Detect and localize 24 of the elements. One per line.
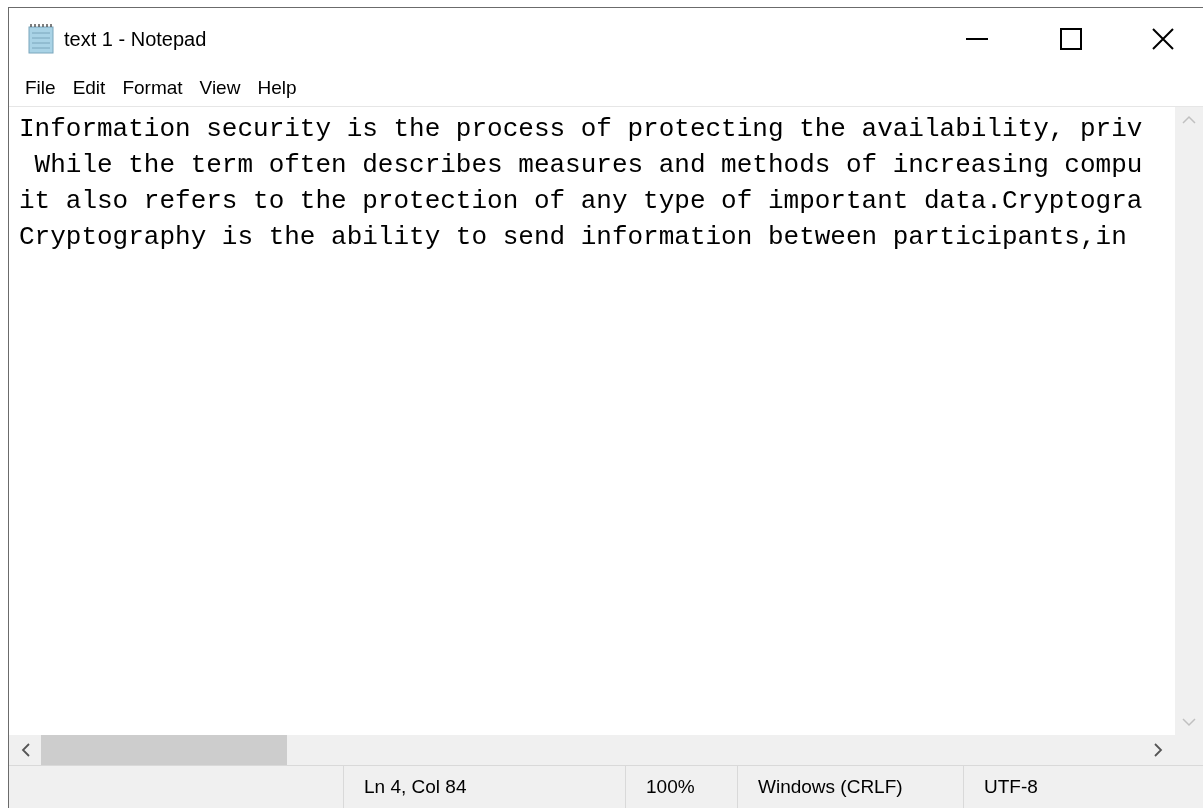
status-text: Ln 4, Col 84 <box>364 774 467 799</box>
close-icon <box>1152 28 1174 50</box>
text-line: it also refers to the protection of any type of important data.Cryptogra <box>19 185 1143 218</box>
text-line: Cryptography is the ability to send information between participants,in <box>19 221 1127 254</box>
menu-item[interactable]: Help <box>249 73 305 103</box>
scrollbar-thumb[interactable] <box>41 735 287 765</box>
scroll-down-icon[interactable] <box>1182 717 1196 727</box>
maximize-icon <box>1060 28 1082 50</box>
menu-item[interactable]: File <box>17 73 64 103</box>
scroll-left-icon[interactable] <box>21 743 31 757</box>
notepad-icon <box>26 23 56 55</box>
text-line: Information security is the process of protecting the availability, priv <box>19 113 1143 146</box>
menu-item[interactable]: Edit <box>64 73 114 103</box>
menu-item[interactable]: View <box>191 73 249 103</box>
minimize-icon <box>966 37 988 41</box>
status-text: Windows (CRLF) <box>758 774 903 799</box>
scroll-right-icon[interactable] <box>1153 743 1163 757</box>
status-text: 100% <box>646 774 695 799</box>
menu-item[interactable]: Format <box>114 73 191 103</box>
window-title: text 1 - Notepad <box>64 27 207 52</box>
scroll-up-icon[interactable] <box>1182 115 1196 125</box>
text-line: While the term often describes measures and methods of increasing compu <box>33 149 1143 182</box>
status-text: UTF-8 <box>984 774 1038 799</box>
vertical-scrollbar[interactable] <box>1175 107 1203 735</box>
